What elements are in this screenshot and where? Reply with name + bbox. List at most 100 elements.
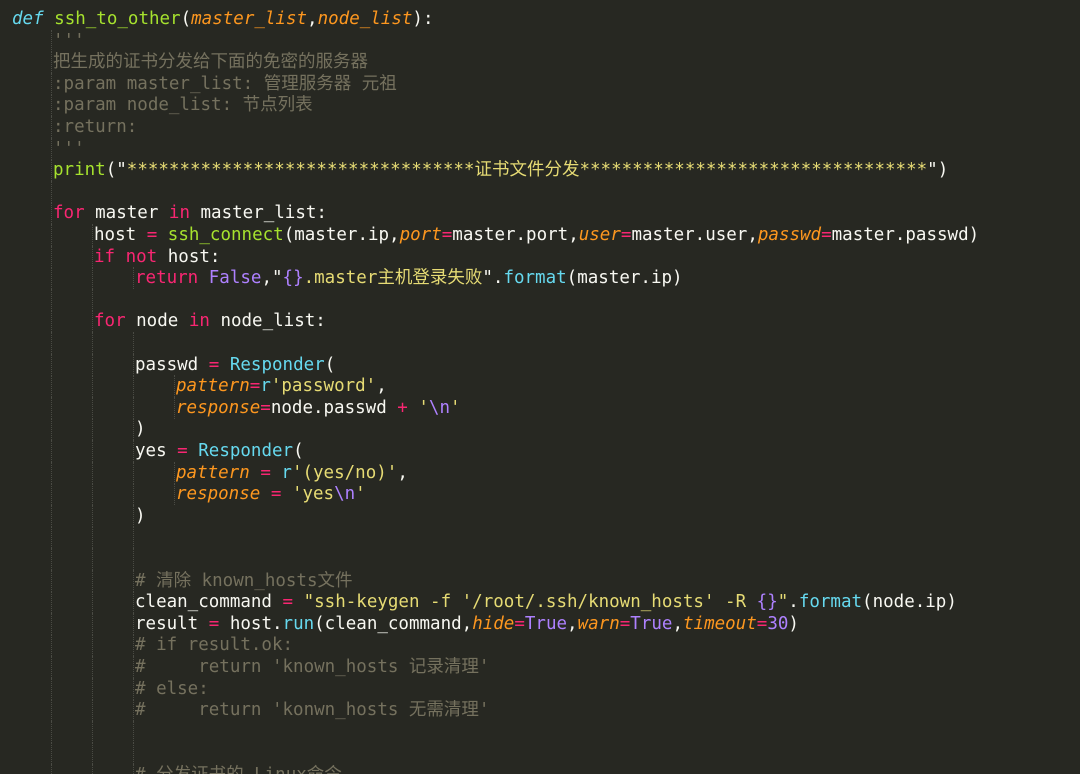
code-line[interactable]: if not host: (0, 245, 1080, 268)
code-token: = (620, 225, 632, 245)
indent-guide (51, 418, 53, 441)
code-token: ' (418, 397, 429, 418)
indent-guide (51, 245, 53, 268)
code-line[interactable]: 把生成的证书分发给下面的免密的服务器 (0, 51, 1080, 74)
code-line[interactable]: ) (0, 504, 1080, 527)
indent-guide (92, 634, 94, 657)
code-text: for master in master_list: (53, 202, 327, 224)
indent-guide (92, 742, 94, 765)
code-token: ( (324, 354, 336, 375)
code-token: , (307, 9, 318, 29)
code-token: format (503, 268, 567, 289)
code-line[interactable]: result = host.run(clean_command,hide=Tru… (0, 612, 1080, 635)
code-line[interactable]: :param node_list: 节点列表 (0, 94, 1080, 117)
code-token: master (84, 203, 169, 224)
indent-guide (51, 310, 53, 333)
code-line[interactable]: def ssh_to_other(master_list,node_list): (0, 8, 1080, 30)
code-token: = (208, 613, 220, 634)
code-line[interactable]: # else: (0, 677, 1080, 700)
code-token: {} (756, 592, 778, 613)
code-text: :return: (53, 116, 137, 138)
indent-guide (51, 677, 53, 700)
code-text: # else: (135, 678, 209, 700)
indent-guide (51, 548, 53, 570)
code-token: \n (334, 484, 356, 505)
code-line[interactable]: pattern=r'password', (0, 375, 1080, 398)
code-line[interactable]: ''' (0, 29, 1080, 52)
code-token: 'yes (291, 484, 335, 505)
code-token: '(yes/no)' (291, 462, 398, 483)
code-text: for node in node_list: (94, 310, 326, 332)
code-token: # if result.ok: (135, 635, 294, 656)
code-token: , (376, 376, 387, 397)
code-line[interactable]: host = ssh_connect(master.ip,port=master… (0, 224, 1080, 246)
code-token: timeout (683, 613, 757, 634)
code-token: ". (482, 268, 504, 289)
code-text: return False,"{}.master主机登录失败".format(ma… (135, 267, 683, 289)
code-token: for (94, 311, 126, 332)
code-line[interactable]: response = 'yes\n' (0, 483, 1080, 506)
code-token: \n (428, 397, 450, 418)
code-line[interactable]: for master in master_list: (0, 202, 1080, 225)
code-line[interactable]: return False,"{}.master主机登录失败".format(ma… (0, 267, 1080, 290)
code-token: # return 'konwn_hosts 无需清理' (135, 700, 490, 721)
code-token: 把生成的证书分发给下面的免密的服务器 (53, 52, 368, 73)
code-line[interactable]: # if result.ok: (0, 634, 1080, 657)
code-line[interactable]: pattern = r'(yes/no)', (0, 461, 1080, 484)
code-token: = (514, 613, 525, 634)
code-line[interactable]: # 清除 known_hosts文件 (0, 569, 1080, 592)
code-token: yes (135, 441, 178, 461)
code-text: ''' (53, 138, 85, 160)
code-line[interactable] (0, 720, 1080, 743)
code-line[interactable] (0, 548, 1080, 570)
code-text: passwd = Responder( (135, 354, 335, 376)
code-token: master.port, (452, 225, 579, 245)
indent-guide (92, 440, 94, 462)
code-line[interactable] (0, 526, 1080, 549)
code-line[interactable]: clean_command = "ssh-keygen -f '/root/.s… (0, 591, 1080, 614)
code-line[interactable] (0, 180, 1080, 203)
code-text: pattern = r'(yes/no)', (176, 462, 408, 484)
code-token: ( (180, 9, 192, 29)
code-token: user (578, 225, 621, 245)
code-token: :param node_list: 节点列表 (53, 95, 313, 116)
code-token: in (188, 311, 210, 332)
indent-guide (51, 375, 53, 398)
code-token: response (176, 484, 261, 505)
code-line[interactable]: for node in node_list: (0, 310, 1080, 333)
code-line[interactable]: ''' (0, 137, 1080, 160)
code-token: master_list (191, 9, 308, 29)
code-token: = (260, 462, 271, 483)
code-line[interactable]: response=node.passwd + '\n' (0, 396, 1080, 419)
indent-guide (51, 483, 53, 506)
indent-guide (92, 548, 94, 570)
code-line[interactable] (0, 332, 1080, 354)
code-token: True (524, 613, 568, 634)
code-text: # 清除 known_hosts文件 (135, 570, 353, 592)
code-line[interactable]: # return 'konwn_hosts 无需清理' (0, 699, 1080, 722)
code-line[interactable] (0, 742, 1080, 765)
code-line[interactable]: # return 'known_hosts 记录清理' (0, 656, 1080, 678)
code-line[interactable]: :return: (0, 116, 1080, 138)
code-editor[interactable]: def ssh_to_other(master_list,node_list):… (0, 0, 1080, 774)
code-text: response=node.passwd + '\n' (176, 397, 461, 419)
code-line[interactable]: print("*********************************… (0, 159, 1080, 182)
code-line[interactable]: yes = Responder( (0, 440, 1080, 462)
code-token: hide (472, 613, 515, 634)
code-token: pattern (176, 376, 250, 397)
code-token: 'password' (270, 376, 377, 397)
code-line[interactable]: :param master_list: 管理服务器 元祖 (0, 72, 1080, 95)
code-token: + (397, 397, 408, 418)
code-line[interactable]: ) (0, 418, 1080, 441)
indent-guide (51, 764, 53, 774)
code-line[interactable]: passwd = Responder( (0, 353, 1080, 376)
indent-guide (51, 461, 53, 484)
code-line[interactable] (0, 288, 1080, 311)
code-text: result = host.run(clean_command,hide=Tru… (135, 613, 799, 635)
code-token: host: (157, 246, 221, 267)
code-text: # if result.ok: (135, 634, 293, 656)
code-line[interactable]: # 分发证书的 Linux命令 (0, 764, 1080, 774)
